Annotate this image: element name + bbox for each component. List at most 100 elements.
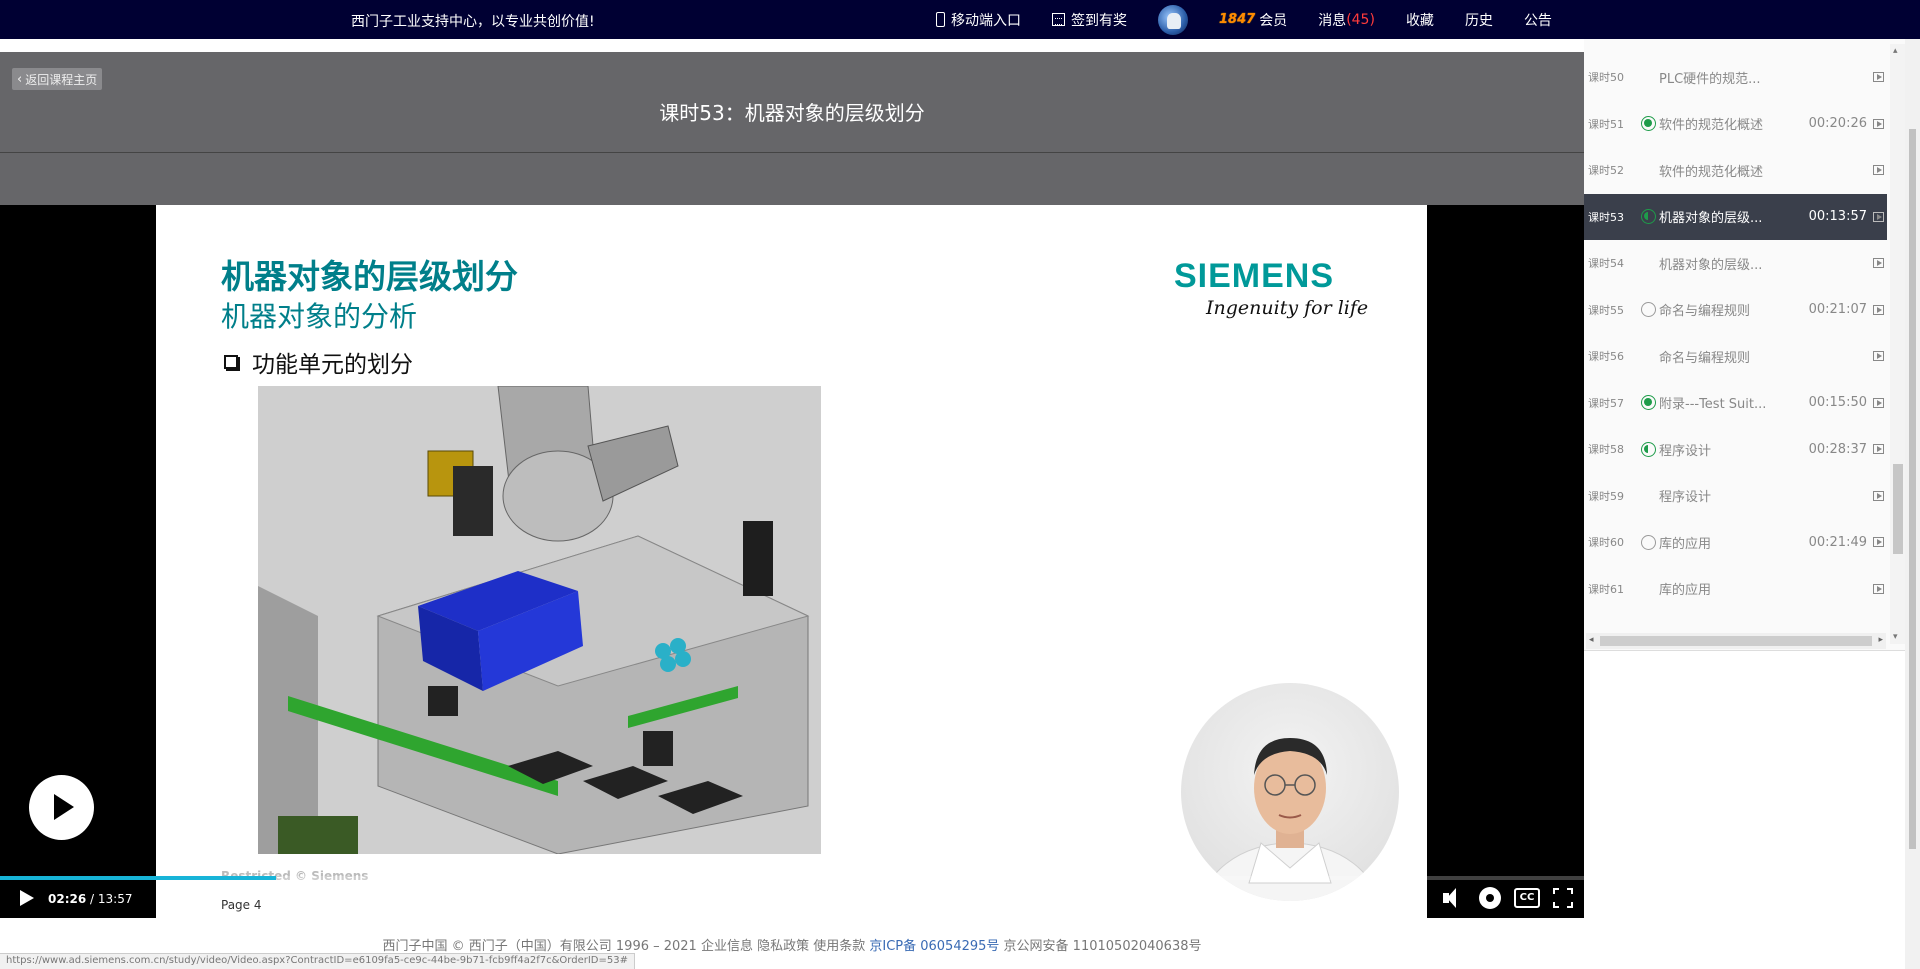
playlist-item[interactable]: 课时53 机器对象的层级... 00:13:57 (1584, 193, 1887, 240)
back-to-course-button[interactable]: ‹ 返回课程主页 (12, 68, 103, 90)
lesson-number: 课时59 (1588, 489, 1624, 503)
favorites-label: 收藏 (1405, 12, 1434, 29)
video-play-icon[interactable] (1873, 490, 1884, 501)
scrollbar-thumb[interactable] (1893, 464, 1903, 554)
lesson-duration: 00:21:07 (1808, 302, 1867, 317)
scroll-down-icon[interactable]: ▾ (1893, 632, 1898, 642)
progress-fill (0, 876, 276, 880)
playlist-vertical-scrollbar[interactable]: ▴ ▾ (1890, 44, 1906, 644)
slide-bullet-text: 功能单元的划分 (252, 352, 413, 378)
siemens-tagline: Ingenuity for life (1206, 297, 1369, 319)
footer: 西门子中国 © 西门子（中国）有限公司 1996 – 2021 企业信息 隐私政… (0, 918, 1584, 969)
volume-icon[interactable] (1440, 885, 1466, 911)
vip-badge: 1847 (1219, 12, 1256, 27)
video-play-icon[interactable] (1873, 583, 1884, 594)
video-play-icon[interactable] (1873, 351, 1884, 361)
checkin-link[interactable]: 签到有奖 (1052, 10, 1127, 30)
mobile-entry-link[interactable]: 移动端入口 (936, 10, 1021, 30)
slide-bullet: 功能单元的划分 (224, 345, 413, 379)
playlist-item[interactable]: 课时50 PLC硬件的规范... (1584, 54, 1887, 100)
playlist-item[interactable]: 课时51 软件的规范化概述 00:20:26 (1584, 101, 1887, 147)
lesson-title-label: PLC硬件的规范... (1659, 71, 1761, 87)
lesson-duration: 00:15:50 (1808, 395, 1867, 410)
settings-gear-icon[interactable] (1479, 887, 1501, 909)
scroll-left-icon[interactable]: ◂ (1589, 635, 1594, 645)
lesson-number: 课时60 (1588, 536, 1624, 549)
scroll-right-icon[interactable]: ▸ (1878, 635, 1883, 645)
header-gap (0, 39, 1584, 52)
scroll-up-icon[interactable]: ▴ (1893, 46, 1898, 56)
mobile-entry-label: 移动端入口 (951, 12, 1021, 29)
lesson-number: 课时51 (1588, 117, 1624, 131)
video-play-icon[interactable] (1873, 211, 1884, 222)
user-avatar[interactable] (1158, 4, 1188, 35)
playlist-item[interactable]: 课时52 软件的规范化概述 (1584, 147, 1887, 193)
video-play-icon[interactable] (1873, 258, 1884, 268)
slide-subheading: 机器对象的分析 (221, 300, 418, 333)
play-button[interactable] (18, 889, 36, 907)
video-frame-slide: 机器对象的层级划分 机器对象的分析 功能单元的划分 SIEMENS Ingenu… (156, 205, 1427, 919)
video-play-icon[interactable] (1873, 72, 1884, 82)
big-play-button[interactable] (29, 775, 94, 840)
playlist-item[interactable]: 课时57 附录---Test Suit... 00:15:50 (1584, 380, 1887, 426)
page-scrollbar-thumb[interactable] (1909, 129, 1916, 849)
fullscreen-icon[interactable] (1553, 888, 1573, 908)
lesson-number: 课时54 (1588, 257, 1624, 270)
playlist-item[interactable]: 课时58 程序设计 00:28:37 (1584, 426, 1887, 472)
lesson-duration: 00:13:57 (1808, 209, 1867, 224)
back-label: 返回课程主页 (25, 72, 98, 87)
playlist-item[interactable]: 课时59 程序设计 (1584, 473, 1887, 519)
playlist-item[interactable]: 课时55 命名与编程规则 00:21:07 (1584, 287, 1887, 333)
progress-status-icon (1641, 395, 1656, 410)
video-play-icon[interactable] (1873, 397, 1884, 408)
top-nav: 移动端入口 签到有奖 1847 会员 消息 (45) 收藏 历史 公告 (936, 0, 1583, 39)
lesson-duration: 00:21:49 (1808, 534, 1867, 550)
member-link[interactable]: 1847 会员 (1219, 10, 1287, 30)
lesson-title-label: 程序设计 (1659, 490, 1712, 505)
playlist-item[interactable]: 课时54 机器对象的层级... (1584, 240, 1887, 286)
lesson-title-label: 命名与编程规则 (1659, 304, 1751, 319)
video-play-icon[interactable] (1873, 537, 1884, 547)
notice-link[interactable]: 公告 (1524, 10, 1552, 30)
machine-illustration (258, 386, 821, 854)
lesson-title-label: 机器对象的层级... (1659, 211, 1763, 226)
page-vertical-scrollbar[interactable] (1905, 39, 1920, 969)
psb-text: 京公网安备 11010502040638号 (999, 939, 1202, 954)
progress-status-icon (1641, 209, 1656, 224)
video-play-icon[interactable] (1873, 304, 1884, 315)
playlist-item[interactable]: 课时61 库的应用 (1584, 566, 1887, 612)
progress-bar[interactable] (0, 876, 1584, 880)
lesson-title-label: 软件的规范化概述 (1659, 164, 1764, 180)
chevron-left-icon: ‹ (17, 71, 23, 87)
lesson-number: 课时55 (1588, 303, 1624, 317)
notice-label: 公告 (1523, 12, 1552, 29)
playlist-item[interactable]: 课时56 命名与编程规则 (1584, 333, 1887, 379)
time-separator: / (86, 892, 98, 906)
member-label: 会员 (1259, 12, 1288, 29)
player-area: ‹ 返回课程主页 课时53：机器对象的层级划分 机器对象的层级划分 机器对象的分… (0, 52, 1584, 919)
video-play-icon[interactable] (1873, 444, 1884, 454)
closed-captions-button[interactable]: CC (1514, 888, 1540, 908)
playlist-horizontal-scrollbar[interactable]: ◂ ▸ (1586, 633, 1886, 649)
video-player[interactable]: 机器对象的层级划分 机器对象的分析 功能单元的划分 SIEMENS Ingenu… (0, 205, 1584, 919)
video-play-icon[interactable] (1873, 118, 1884, 129)
favorites-link[interactable]: 收藏 (1406, 10, 1434, 30)
playlist-item[interactable]: 课时60 库的应用 00:21:49 (1584, 519, 1887, 565)
lesson-title-label: 命名与编程规则 (1659, 350, 1751, 366)
lesson-title-label: 软件的规范化概述 (1659, 118, 1764, 133)
lesson-playlist: 课时50 PLC硬件的规范... 课时51 软件的规范化概述 00:20:26 课时52 软… (1584, 39, 1905, 651)
calendar-icon (1052, 13, 1065, 26)
history-link[interactable]: 历史 (1465, 10, 1493, 30)
time-display: 02:26 / 13:57 (48, 892, 132, 906)
icp-link[interactable]: 京ICP备 06054295号 (869, 939, 999, 954)
messages-link[interactable]: 消息 (45) (1318, 10, 1375, 30)
video-play-icon[interactable] (1873, 165, 1884, 175)
scrollbar-thumb[interactable] (1600, 636, 1872, 646)
lesson-duration: 00:28:37 (1808, 441, 1867, 457)
top-bar: 西门子工业支持中心，以专业共创价值! 移动端入口 签到有奖 1847 会员 消息… (0, 0, 1920, 39)
total-time: 13:57 (97, 892, 133, 906)
message-count-badge: (45) (1346, 11, 1375, 28)
divider (0, 152, 1584, 153)
lesson-title: 课时53：机器对象的层级划分 (659, 101, 925, 125)
slide-page-number: Page 4 (221, 898, 262, 912)
